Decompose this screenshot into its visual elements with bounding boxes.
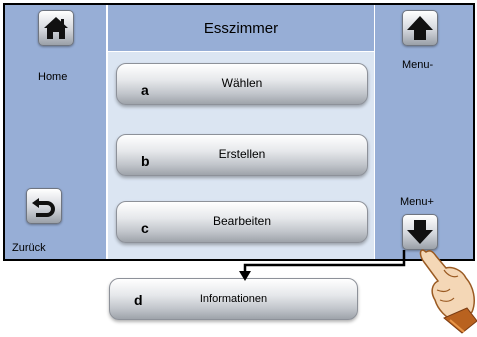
pointing-hand-icon xyxy=(419,249,477,334)
